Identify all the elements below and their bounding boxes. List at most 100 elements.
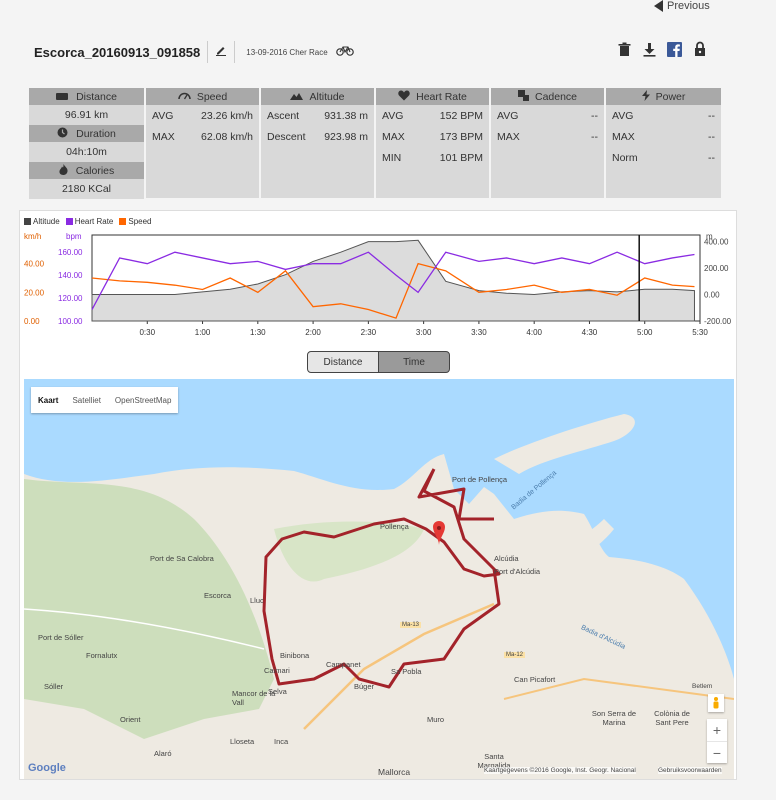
zoom-control: + − bbox=[707, 719, 727, 763]
row-label: Ascent bbox=[267, 109, 300, 122]
fire-icon bbox=[59, 163, 68, 178]
map-label: Lloseta bbox=[230, 737, 255, 746]
distance-toggle-button[interactable]: Distance bbox=[307, 351, 379, 373]
power-norm-row: Norm -- bbox=[606, 147, 721, 168]
descent-row: Descent 923.98 m bbox=[261, 126, 374, 147]
back-arrow-icon bbox=[654, 0, 663, 12]
divider bbox=[207, 41, 209, 63]
mountain-icon bbox=[290, 91, 304, 103]
map-label: Son Serra de Marina bbox=[591, 709, 637, 727]
row-label: AVG bbox=[152, 109, 174, 122]
activity-header: Escorca_20160913_091858 13-09-2016 Cher … bbox=[34, 40, 354, 64]
row-value: 101 BPM bbox=[439, 151, 483, 164]
lock-icon[interactable] bbox=[691, 40, 708, 58]
map-label: Port d'Alcúdia bbox=[494, 567, 541, 576]
google-logo: Google bbox=[28, 762, 66, 774]
speed-column: Speed AVG 23.26 km/h MAX 62.08 km/h bbox=[146, 88, 259, 198]
x-tick-label: 4:00 bbox=[526, 328, 542, 337]
map-label: Can Picafort bbox=[514, 675, 556, 684]
time-toggle-button[interactable]: Time bbox=[378, 351, 450, 373]
cadence-avg-row: AVG -- bbox=[491, 105, 604, 126]
x-tick-label: 5:00 bbox=[637, 328, 653, 337]
map-label: Campanet bbox=[326, 660, 361, 669]
row-label: AVG bbox=[497, 109, 519, 122]
map-label: Alaró bbox=[154, 749, 172, 758]
power-max-row: MAX -- bbox=[606, 126, 721, 147]
row-value: 931.38 m bbox=[324, 109, 368, 122]
map-label: Port de Sóller bbox=[38, 633, 84, 642]
distance-label: Distance bbox=[76, 90, 117, 103]
calories-header: Calories bbox=[29, 162, 144, 179]
cadence-header: Cadence bbox=[491, 88, 604, 105]
row-value: 62.08 km/h bbox=[201, 130, 253, 143]
pedal-icon bbox=[517, 89, 529, 104]
map-type-kaart[interactable]: Kaart bbox=[31, 396, 65, 405]
time-toggle-label: Time bbox=[403, 356, 425, 368]
speed-tick-label: 40.00 bbox=[24, 260, 45, 269]
chart-panel: Altitude Heart Rate Speed km/h bpm m 0.00 20… bbox=[19, 210, 737, 780]
map-type-control: Kaart Satelliet OpenStreetMap bbox=[31, 387, 179, 413]
altitude-tick-label: -200.00 bbox=[704, 317, 732, 326]
map-label: Alcúdia bbox=[494, 554, 519, 563]
map-label: Caimari bbox=[264, 666, 290, 675]
altitude-label: Altitude bbox=[309, 90, 345, 103]
altitude-header: Altitude bbox=[261, 88, 374, 105]
hr-tick-label: 140.00 bbox=[58, 271, 83, 280]
row-label: MAX bbox=[382, 130, 405, 143]
road-label: Ma-13 bbox=[400, 622, 422, 628]
speed-tick-label: 0.00 bbox=[24, 317, 40, 326]
row-value: -- bbox=[591, 130, 598, 143]
hr-unit-label: bpm bbox=[66, 232, 82, 241]
map-label: Muro bbox=[427, 715, 445, 724]
map-type-satelliet[interactable]: Satelliet bbox=[65, 396, 107, 405]
calories-value: 2180 KCal bbox=[61, 183, 112, 195]
zoom-in-button[interactable]: + bbox=[707, 719, 727, 741]
row-label: Norm bbox=[612, 151, 638, 164]
altitude-tick-label: 0.00 bbox=[704, 291, 720, 300]
trash-icon[interactable] bbox=[616, 40, 633, 58]
map-label: Sóller bbox=[44, 682, 64, 691]
hr-tick-label: 100.00 bbox=[58, 317, 83, 326]
row-value: -- bbox=[708, 130, 715, 143]
x-tick-label: 2:00 bbox=[305, 328, 321, 337]
row-label: AVG bbox=[382, 109, 404, 122]
altitude-tick-label: 400.00 bbox=[704, 238, 729, 247]
hr-min-row: MIN 101 BPM bbox=[376, 147, 489, 168]
map-terms-link[interactable]: Gebruiksvoorwaarden bbox=[658, 767, 722, 774]
activity-chart[interactable]: km/h bpm m0.0020.0040.00100.00120.00140.00… bbox=[20, 225, 738, 355]
calories-label: Calories bbox=[75, 164, 115, 177]
previous-label: Previous bbox=[667, 0, 710, 12]
altitude-tick-label: 200.00 bbox=[704, 264, 729, 273]
activity-date: 13-09-2016 Cher Race bbox=[246, 47, 328, 57]
distance-header: Distance bbox=[29, 88, 144, 105]
power-avg-row: AVG -- bbox=[606, 105, 721, 126]
duration-header: Duration bbox=[29, 125, 144, 142]
map-type-osm[interactable]: OpenStreetMap bbox=[108, 396, 178, 405]
lightning-icon bbox=[641, 89, 650, 104]
divider bbox=[234, 41, 236, 63]
bicycle-icon bbox=[335, 43, 354, 61]
map-label: Port de Pollença bbox=[452, 475, 508, 484]
row-label: MAX bbox=[612, 130, 635, 143]
map-label: Lluc bbox=[250, 596, 264, 605]
map-label: Fornalutx bbox=[86, 651, 118, 660]
facebook-icon[interactable] bbox=[666, 40, 683, 58]
map-label: Colònia de Sant Pere bbox=[654, 709, 690, 727]
row-label: MAX bbox=[152, 130, 175, 143]
distance-value: 96.91 km bbox=[64, 109, 109, 121]
row-label: AVG bbox=[612, 109, 634, 122]
map-label: Mancor de la Vall bbox=[232, 689, 276, 707]
route-map[interactable]: Kaart Satelliet OpenStreetMap Port de Po… bbox=[24, 379, 734, 779]
street-view-pegman-icon[interactable] bbox=[708, 694, 724, 712]
previous-link[interactable]: Previous bbox=[654, 0, 710, 12]
edit-icon[interactable] bbox=[215, 43, 227, 61]
row-value: -- bbox=[708, 109, 715, 122]
speed-header: Speed bbox=[146, 88, 259, 105]
map-label: Betlem bbox=[692, 683, 713, 690]
clock-icon bbox=[57, 127, 68, 141]
map-label: Pollença bbox=[380, 522, 409, 531]
zoom-out-button[interactable]: − bbox=[707, 741, 727, 763]
download-icon[interactable] bbox=[641, 40, 658, 58]
cadence-column: Cadence AVG -- MAX -- bbox=[491, 88, 604, 198]
row-value: -- bbox=[591, 109, 598, 122]
